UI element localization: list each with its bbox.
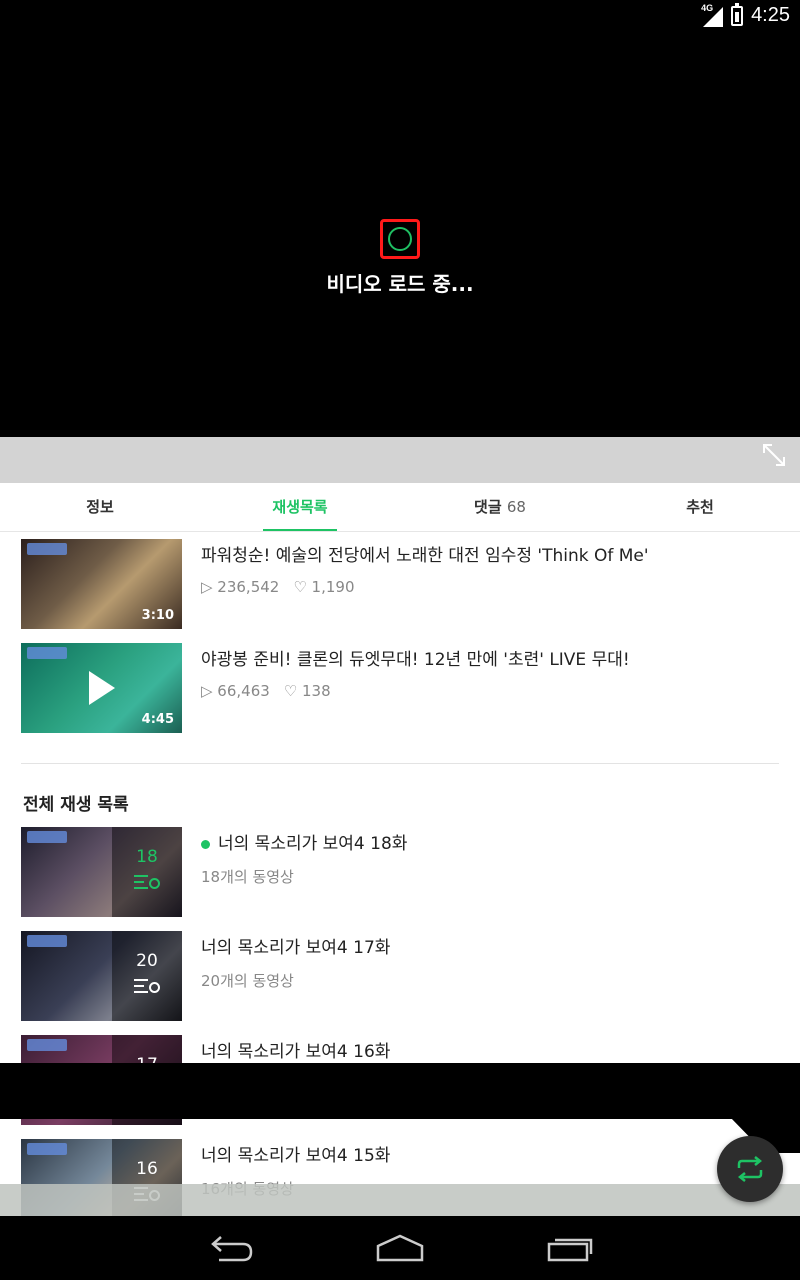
home-icon[interactable] <box>374 1232 426 1264</box>
playlist-item[interactable]: 18 너의 목소리가 보여4 18화 18개의 동영상 <box>21 827 781 917</box>
repeat-button[interactable] <box>717 1136 783 1202</box>
view-count: ▷ 236,542 <box>201 578 280 596</box>
back-icon[interactable] <box>205 1232 257 1264</box>
playlist-title[interactable]: 너의 목소리가 보여4 15화 <box>201 1141 390 1166</box>
view-count: ▷ 66,463 <box>201 682 270 700</box>
video-player[interactable]: 비디오 로드 중... <box>0 34 800 437</box>
signal-icon: 4G <box>701 2 724 27</box>
tab-bar: 정보 재생목록 댓글 68 추천 <box>0 483 800 532</box>
playlist-title[interactable]: 너의 목소리가 보여4 16화 <box>201 1037 390 1062</box>
divider <box>21 763 779 764</box>
battery-icon <box>731 2 744 26</box>
like-count: ♡ 138 <box>283 682 331 700</box>
navigation-bar <box>0 1216 800 1280</box>
network-type: 4G <box>701 2 714 13</box>
loading-spinner-icon <box>380 219 420 259</box>
recents-icon[interactable] <box>545 1232 597 1264</box>
playlist-count-overlay: 18 <box>112 827 182 917</box>
playlist-title[interactable]: 너의 목소리가 보여4 18화 <box>201 829 407 854</box>
playlist-thumbnail[interactable]: 20 <box>21 931 182 1021</box>
tab-playlist[interactable]: 재생목록 <box>200 483 400 531</box>
playlist-title[interactable]: 너의 목소리가 보여4 17화 <box>201 933 390 958</box>
playlist-subtitle: 20개의 동영상 <box>201 972 294 990</box>
tab-info[interactable]: 정보 <box>0 483 200 531</box>
playlist-icon <box>134 979 160 993</box>
video-duration: 3:10 <box>141 608 174 623</box>
playlist-icon <box>134 875 160 889</box>
bottom-shade <box>0 1184 800 1216</box>
playlist-thumbnail[interactable]: 18 <box>21 827 182 917</box>
video-title[interactable]: 야광봉 준비! 클론의 듀엣무대! 12년 만에 '초련' LIVE 무대! <box>201 645 630 670</box>
now-playing-indicator <box>201 839 210 849</box>
video-thumbnail[interactable]: 3:10 <box>21 539 182 629</box>
like-count: ♡ 1,190 <box>293 578 355 596</box>
playlist-subtitle: 18개의 동영상 <box>201 868 294 886</box>
video-duration: 4:45 <box>141 712 174 727</box>
playlist-item[interactable]: 20 너의 목소리가 보여4 17화 20개의 동영상 <box>21 931 781 1021</box>
player-controls-bar <box>0 437 800 483</box>
related-video-item[interactable]: 3:10 파워청순! 예술의 전당에서 노래한 대전 임수정 'Think Of… <box>21 539 781 629</box>
playlist-count-overlay: 20 <box>112 931 182 1021</box>
status-bar: 4G 4:25 <box>0 0 800 34</box>
repeat-icon <box>737 1156 763 1182</box>
comment-count: 68 <box>506 498 526 516</box>
tab-comments[interactable]: 댓글 68 <box>400 483 600 531</box>
video-thumbnail[interactable]: 4:45 <box>21 643 182 733</box>
related-video-item[interactable]: 4:45 야광봉 준비! 클론의 듀엣무대! 12년 만에 '초련' LIVE … <box>21 643 781 733</box>
video-title[interactable]: 파워청순! 예술의 전당에서 노래한 대전 임수정 'Think Of Me' <box>201 541 649 566</box>
section-title: 전체 재생 목록 <box>23 795 129 815</box>
loading-text: 비디오 로드 중... <box>326 272 474 296</box>
tab-recommend[interactable]: 추천 <box>600 483 800 531</box>
play-icon[interactable] <box>89 671 115 705</box>
expand-icon[interactable] <box>760 441 788 469</box>
clock: 4:25 <box>751 4 790 26</box>
